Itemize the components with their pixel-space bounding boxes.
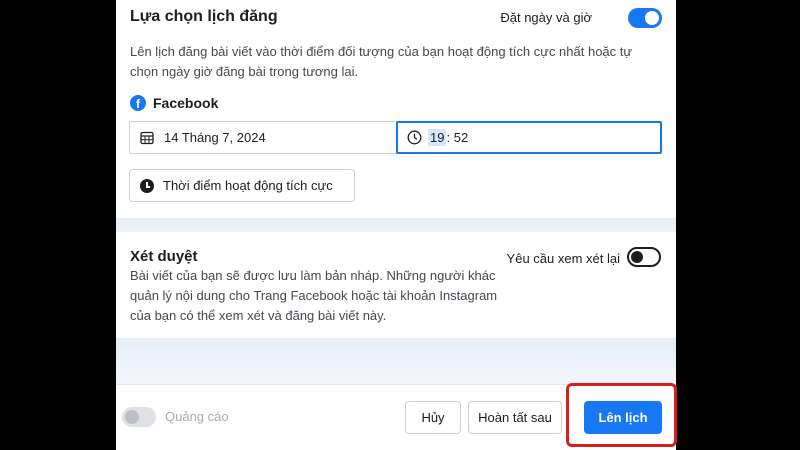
facebook-icon: f xyxy=(130,95,146,111)
schedule-section: Lựa chọn lịch đăng Đặt ngày và giờ Lên l… xyxy=(116,0,676,218)
clock-icon xyxy=(407,130,422,145)
schedule-title: Lựa chọn lịch đăng xyxy=(130,8,278,25)
active-times-label: Thời điểm hoạt động tích cực xyxy=(163,178,333,193)
request-review-label: Yêu cầu xem xét lại xyxy=(506,251,620,266)
schedule-button[interactable]: Lên lịch xyxy=(584,401,662,434)
time-display: 19: 52 xyxy=(428,129,468,146)
toggle-knob xyxy=(645,11,659,25)
cancel-button[interactable]: Hủy xyxy=(405,401,461,434)
ads-label: Quảng cáo xyxy=(165,409,229,424)
calendar-icon xyxy=(140,131,154,145)
finish-later-button[interactable]: Hoàn tất sau xyxy=(468,401,562,434)
schedule-dialog: Lựa chọn lịch đăng Đặt ngày và giờ Lên l… xyxy=(116,0,676,450)
review-section: Xét duyệt Yêu cầu xem xét lại Bài viết c… xyxy=(116,232,676,338)
platform-label: Facebook xyxy=(153,95,219,111)
active-times-button[interactable]: Thời điểm hoạt động tích cực xyxy=(129,169,355,202)
ads-toggle[interactable] xyxy=(122,407,156,427)
request-review-toggle[interactable] xyxy=(627,247,661,267)
review-title: Xét duyệt xyxy=(130,248,198,265)
dialog-footer: Quảng cáo Hủy Hoàn tất sau Lên lịch xyxy=(116,384,676,450)
review-description: Bài viết của bạn sẽ được lưu làm bản nhá… xyxy=(130,268,498,323)
time-separator: : xyxy=(446,130,451,145)
date-picker-field[interactable]: 14 Tháng 7, 2024 xyxy=(129,121,397,154)
section-divider xyxy=(116,338,676,384)
section-divider xyxy=(116,218,676,232)
schedule-description: Lên lịch đăng bài viết vào thời điểm đối… xyxy=(130,44,633,79)
clock-filled-icon xyxy=(140,178,154,193)
set-datetime-label: Đặt ngày và giờ xyxy=(500,10,592,25)
date-value: 14 Tháng 7, 2024 xyxy=(164,130,266,145)
time-hour[interactable]: 19 xyxy=(428,129,447,146)
toggle-knob xyxy=(631,251,643,263)
toggle-knob xyxy=(125,410,139,424)
time-picker-field[interactable]: 19: 52 xyxy=(396,121,662,154)
set-datetime-toggle[interactable] xyxy=(628,8,662,28)
platform-row: f Facebook xyxy=(130,95,218,111)
time-minute[interactable]: 52 xyxy=(454,130,468,145)
